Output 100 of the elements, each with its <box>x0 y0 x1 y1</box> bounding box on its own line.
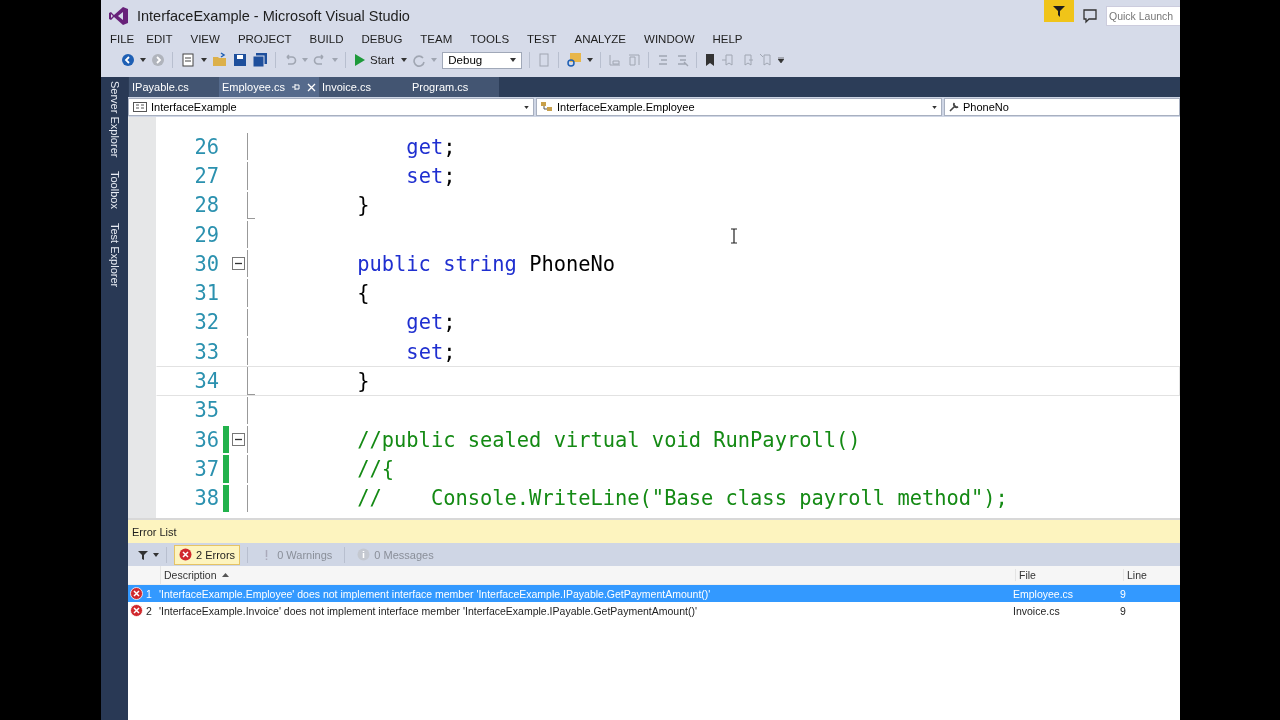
line-number: 28 <box>193 193 219 218</box>
side-tab[interactable]: Toolbox <box>101 171 128 216</box>
table-cell-text: 9 <box>1119 587 1127 600</box>
table-cell-text: Employee.cs <box>1012 587 1075 600</box>
table-cell-text: 9 <box>1119 604 1127 617</box>
overflow-caret-icon[interactable] <box>778 57 785 63</box>
menu-item[interactable]: HELP <box>707 33 748 45</box>
back-icon[interactable] <box>121 53 135 67</box>
menu-item[interactable]: EDIT <box>141 33 178 45</box>
feedback-icon[interactable] <box>1082 7 1098 24</box>
menu-item[interactable]: VIEW <box>185 33 225 45</box>
code-line: set; <box>406 339 456 364</box>
start-button[interactable]: Start <box>353 54 397 66</box>
app-logo-icon <box>109 5 129 26</box>
menu-item[interactable]: ANALYZE <box>569 33 632 45</box>
filter-toggle[interactable]: 2 Errors <box>174 544 241 565</box>
text-cursor-icon <box>730 228 738 244</box>
menu-item[interactable]: FILE <box>105 33 140 45</box>
dropdown-caret-icon[interactable] <box>587 58 594 62</box>
line-number: 34 <box>193 369 219 393</box>
caret-icon <box>510 58 517 62</box>
menu-item[interactable]: TEAM <box>415 33 458 45</box>
line-number: 35 <box>193 398 219 423</box>
new-project-icon[interactable] <box>180 52 196 68</box>
line-number: 37 <box>193 456 219 481</box>
dropdown-caret-icon[interactable] <box>153 552 159 557</box>
bookmark-previous-icon <box>721 53 736 67</box>
column-header[interactable]: Description <box>161 569 1016 581</box>
align-icon <box>627 53 642 67</box>
dropdown-caret-icon <box>431 58 438 62</box>
table-cell-text: Invoice.cs <box>1012 604 1061 617</box>
filter-icon[interactable] <box>138 549 148 560</box>
line-number: 26 <box>193 134 219 159</box>
refresh-icon <box>412 53 427 67</box>
open-folder-icon[interactable] <box>212 52 228 68</box>
panel-title: Error List <box>128 520 1180 543</box>
menu-item[interactable]: WINDOW <box>639 33 700 45</box>
save-all-icon[interactable] <box>252 52 268 68</box>
info-icon <box>357 548 371 561</box>
collapse-icon[interactable] <box>232 433 245 447</box>
menu-item[interactable]: BUILD <box>304 33 349 45</box>
code-line: // Console.WriteLine("Base class payroll method"); <box>357 486 1008 511</box>
file-tab[interactable]: Invoice.cs <box>319 77 409 97</box>
window-title: InterfaceExample - Microsoft Visual Studio <box>137 7 410 24</box>
uncomment-icon <box>675 53 690 67</box>
side-tab[interactable]: Test Explorer <box>101 223 128 294</box>
file-tab[interactable]: Program.cs <box>409 77 499 97</box>
dropdown-caret-icon[interactable] <box>140 58 146 62</box>
code-line: //{ <box>357 456 395 481</box>
code-line: public string PhoneNo <box>357 251 616 276</box>
error-icon <box>130 587 143 600</box>
table-cell-text: 1 <box>145 587 153 600</box>
file-tab[interactable]: IPayable.cs <box>129 77 219 97</box>
column-header[interactable]: Line <box>1124 569 1180 581</box>
type-dropdown[interactable]: InterfaceExample.Employee <box>536 98 942 116</box>
code-line: get; <box>406 134 456 159</box>
save-icon[interactable] <box>233 53 247 67</box>
dropdown-caret-icon <box>302 58 308 62</box>
project-dropdown[interactable]: InterfaceExample <box>128 98 534 116</box>
menu-item[interactable]: TEST <box>522 33 562 45</box>
undo-icon <box>283 53 297 67</box>
menu-item[interactable]: TOOLS <box>465 33 515 45</box>
dropdown-caret-icon[interactable] <box>401 58 408 62</box>
code-line: get; <box>406 310 456 335</box>
redo-icon <box>313 53 327 67</box>
configuration-dropdown[interactable]: Debug <box>442 51 523 69</box>
line-number: 30 <box>193 251 219 276</box>
code-line: //public sealed virtual void RunPayroll() <box>357 427 861 452</box>
code-line: } <box>357 193 370 218</box>
forward-icon <box>151 53 165 67</box>
error-row[interactable]: 2 'InterfaceExample.Invoice' does not implement interface member 'InterfaceExample.IPayable.GetPaymentAmount()' Invoice.cs 9 <box>128 602 1180 619</box>
table-cell-text: 'InterfaceExample.Employee' does not implement interface member 'InterfaceExample.IPayable.GetPaymentAmount()' <box>158 587 712 600</box>
close-icon[interactable] <box>307 82 316 92</box>
line-number: 27 <box>193 163 219 188</box>
collapse-icon[interactable] <box>232 257 245 271</box>
pin-icon[interactable] <box>291 82 301 92</box>
line-number: 33 <box>193 339 219 364</box>
wrench-icon <box>949 102 959 112</box>
member-dropdown[interactable]: PhoneNo <box>944 98 1180 116</box>
line-number: 38 <box>193 486 219 511</box>
dropdown-caret-icon[interactable] <box>201 58 207 62</box>
line-number: 32 <box>193 310 219 335</box>
file-tab[interactable]: Employee.cs <box>219 77 319 97</box>
find-icon[interactable] <box>566 52 583 68</box>
code-line: { <box>357 281 370 306</box>
menu-item[interactable]: PROJECT <box>232 33 297 45</box>
side-tab[interactable]: Server Explorer <box>101 81 128 164</box>
quick-launch-field[interactable]: Quick Launch <box>1106 5 1180 26</box>
line-number: 29 <box>193 222 219 247</box>
bookmark-icon[interactable] <box>704 53 717 67</box>
code-line: } <box>357 369 370 393</box>
bookmark-clear-icon <box>759 53 774 67</box>
code-line: set; <box>406 163 456 188</box>
align-icon <box>608 53 623 67</box>
caret-icon <box>524 105 529 109</box>
notification-flag-icon[interactable] <box>1044 0 1074 22</box>
column-header[interactable]: File <box>1016 569 1124 581</box>
dropdown-caret-icon <box>332 58 338 62</box>
menu-item[interactable]: DEBUG <box>356 33 408 45</box>
class-icon <box>541 102 553 112</box>
